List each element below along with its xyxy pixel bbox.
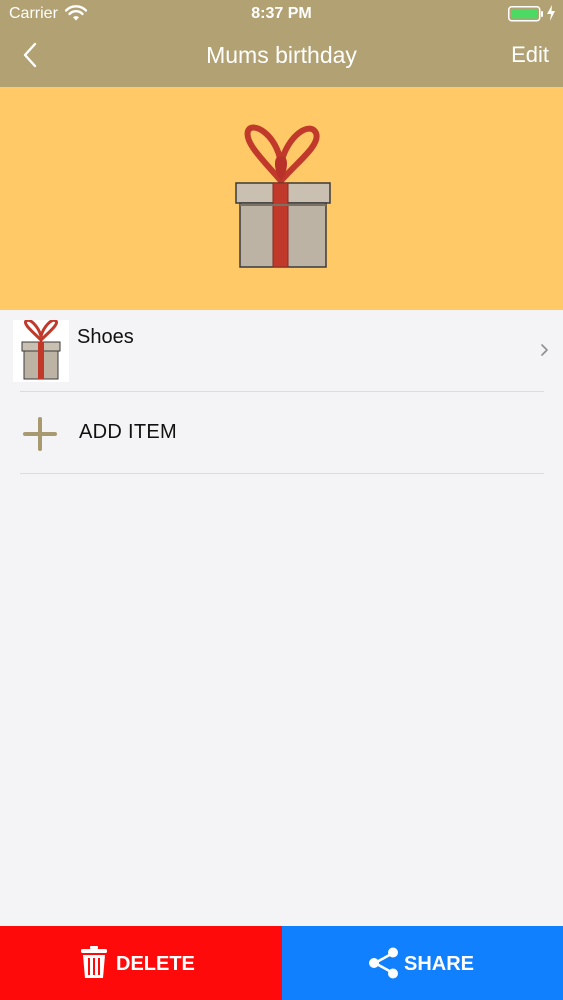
gift-icon: [13, 318, 69, 386]
item-label: Shoes: [77, 326, 134, 348]
hero-banner: [0, 87, 563, 310]
page-title: Mums birthday: [206, 42, 357, 68]
delete-button[interactable]: DELETE: [0, 926, 282, 1000]
divider: [20, 473, 544, 474]
edit-button[interactable]: Edit: [511, 42, 549, 68]
add-item-button[interactable]: ADD ITEM: [0, 392, 563, 474]
plus-icon: [22, 416, 58, 457]
status-bar: Carrier 8:37 PM: [0, 0, 563, 28]
add-item-label: ADD ITEM: [79, 421, 177, 443]
gift-icon: [226, 123, 336, 278]
share-button[interactable]: SHARE: [282, 926, 563, 1000]
list-item[interactable]: Shoes: [0, 310, 563, 392]
footer-actions: DELETE SHARE: [0, 926, 563, 1000]
battery-icon: [508, 6, 544, 27]
trash-icon: [80, 945, 108, 984]
share-icon: [368, 947, 400, 984]
share-label: SHARE: [404, 953, 475, 975]
charging-icon: [546, 5, 556, 26]
item-thumbnail: [13, 318, 69, 382]
delete-label: DELETE: [116, 953, 195, 975]
header: Carrier 8:37 PM Mums birthday Edit: [0, 0, 563, 87]
nav-bar: Mums birthday Edit: [0, 28, 563, 87]
chevron-right-icon: [540, 343, 549, 362]
status-time: 8:37 PM: [251, 5, 312, 22]
